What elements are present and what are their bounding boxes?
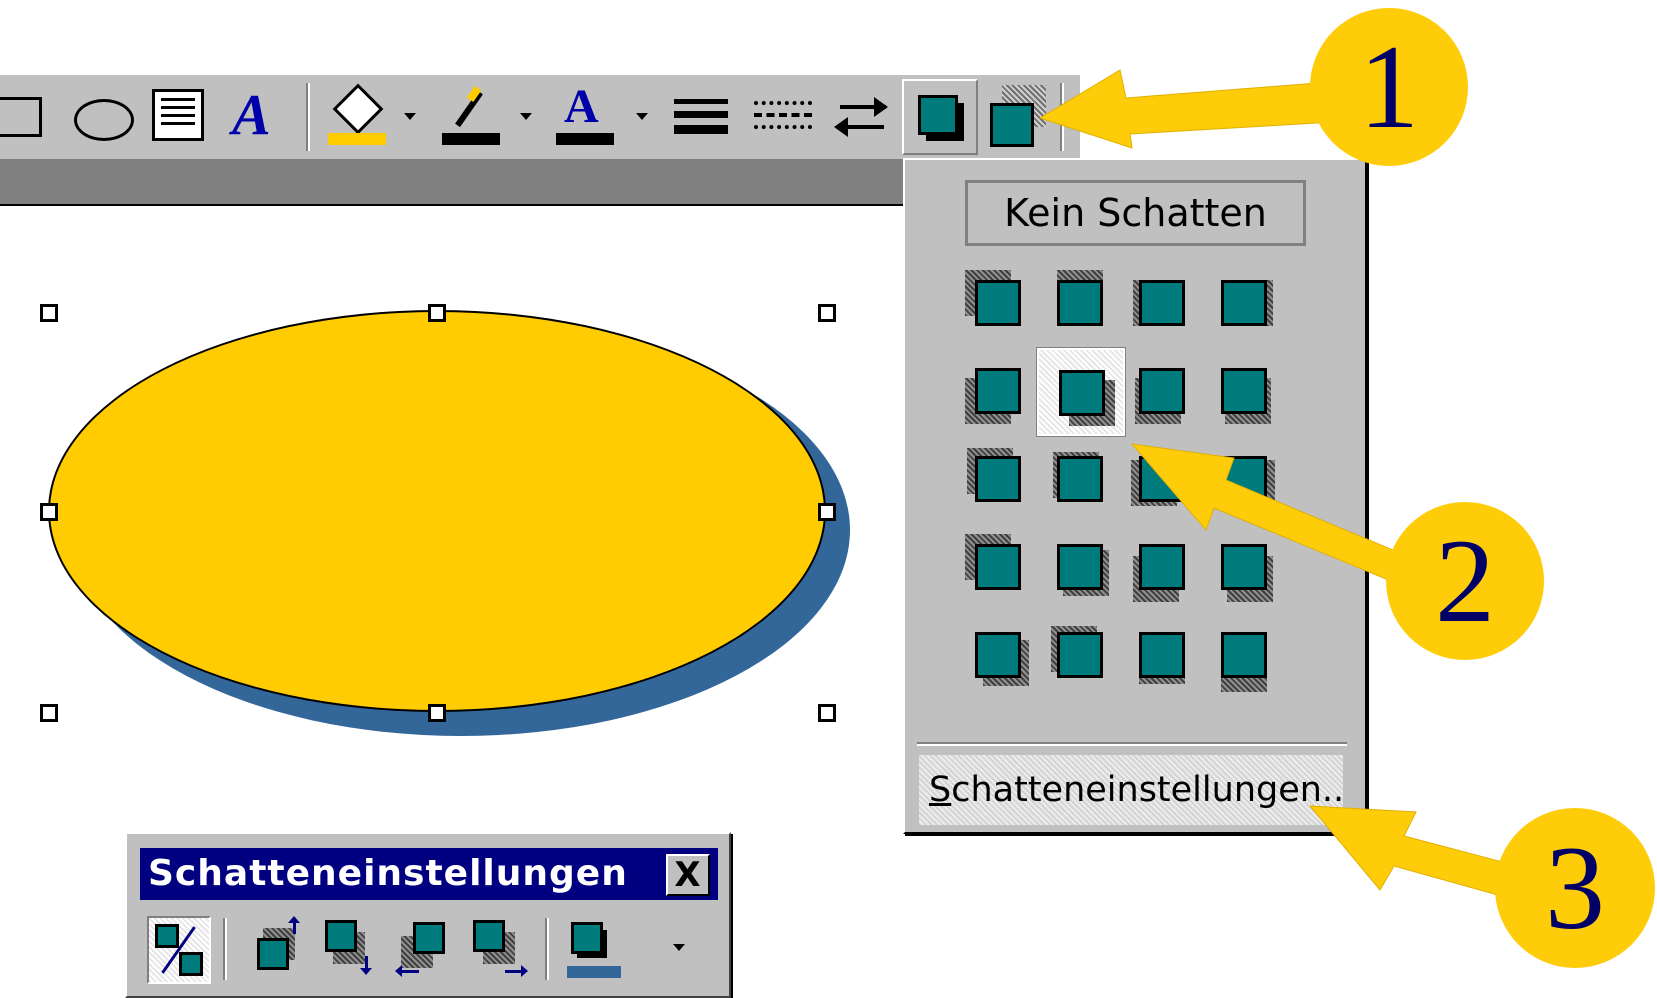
callout-2: 2 <box>1386 502 1544 660</box>
callout-arrow-1 <box>1038 69 1335 149</box>
callout-arrow-2 <box>1130 443 1413 585</box>
callout-1: 1 <box>1310 8 1468 166</box>
callout-3: 3 <box>1495 808 1655 968</box>
